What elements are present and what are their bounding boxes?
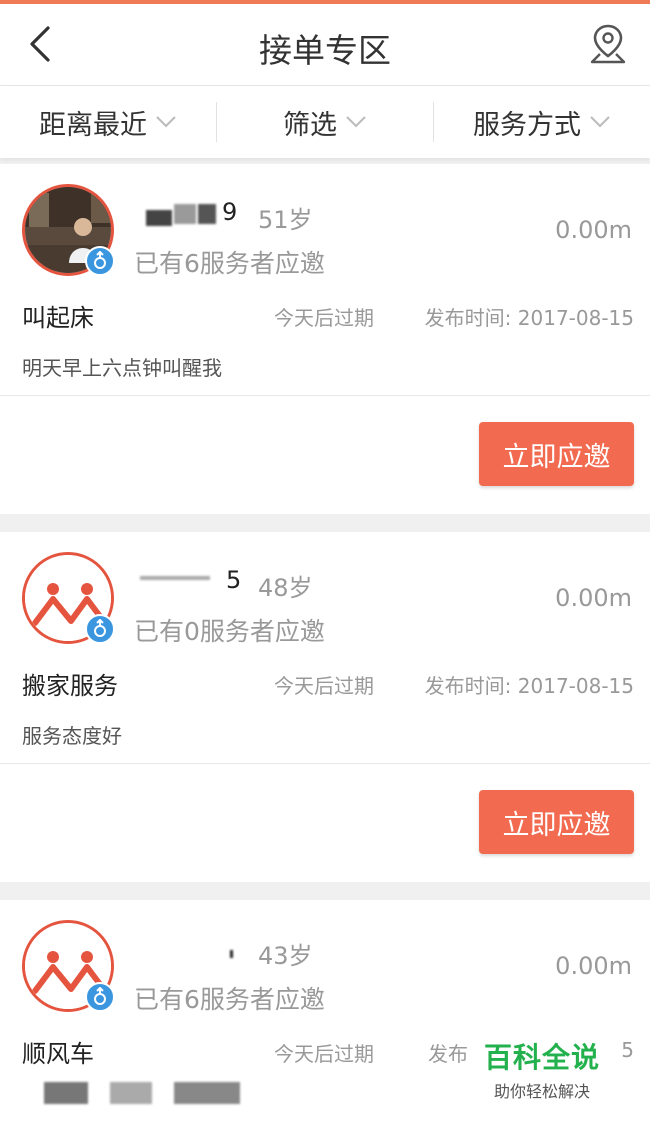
user-age: 48岁 [258, 574, 313, 602]
order-description: 明天早上六点钟叫醒我 [22, 356, 222, 380]
order-description-masked [22, 1080, 252, 1106]
user-age: 51岁 [258, 206, 313, 234]
distance: 0.00m [555, 584, 632, 612]
male-icon [94, 619, 106, 637]
expire-status: 今天后过期 [274, 306, 374, 330]
filter-bar: 距离最近 筛选 服务方式 [0, 86, 650, 158]
male-icon [94, 987, 106, 1005]
invited-count: 已有0服务者应邀 [134, 617, 325, 646]
back-button[interactable] [22, 24, 62, 64]
divider [0, 395, 650, 396]
order-card[interactable]: 9 51岁 已有6服务者应邀 0.00m 叫起床 今天后过期 发布时间: 201… [0, 164, 650, 514]
order-card[interactable]: 5 48岁 已有0服务者应邀 0.00m 搬家服务 今天后过期 发布时间: 20… [0, 532, 650, 882]
invited-count: 已有6服务者应邀 [134, 249, 325, 278]
service-name: 叫起床 [22, 304, 94, 332]
watermark-title: 百科全说 [483, 1041, 600, 1074]
invited-count: 已有6服务者应邀 [134, 985, 325, 1014]
order-description: 服务态度好 [22, 724, 122, 748]
chevron-down-icon [156, 116, 176, 128]
watermark-logo: 百科全说 助你轻松解决 [472, 1034, 612, 1106]
publish-time: 发布时间: 2017-08-15 [424, 674, 634, 698]
expire-status: 今天后过期 [274, 1042, 374, 1066]
watermark-subtitle: 助你轻松解决 [493, 1082, 590, 1101]
filter-distance[interactable]: 距离最近 [0, 102, 216, 142]
user-name-masked: 5 [134, 566, 244, 596]
divider [0, 763, 650, 764]
filter-screen[interactable]: 筛选 [216, 102, 433, 142]
service-name: 搬家服务 [22, 672, 118, 700]
chevron-left-icon [30, 26, 50, 62]
distance: 0.00m [555, 952, 632, 980]
chevron-down-icon [346, 116, 366, 128]
distance: 0.00m [555, 216, 632, 244]
location-button[interactable] [588, 22, 628, 66]
chevron-down-icon [590, 116, 610, 128]
user-name-masked: 9 [134, 198, 244, 228]
user-name-masked [134, 940, 244, 964]
male-gender-badge [85, 982, 115, 1012]
publish-time-tail: 5 [621, 1038, 634, 1062]
filter-label: 服务方式 [473, 109, 581, 141]
filter-label: 筛选 [283, 109, 337, 141]
user-age: 43岁 [258, 942, 313, 970]
location-pin-icon [590, 24, 626, 64]
name-fragment: 9 [222, 198, 238, 226]
page-title: 接单专区 [259, 31, 391, 70]
app-header: 接单专区 [0, 4, 650, 86]
accept-invite-button[interactable]: 立即应邀 [479, 422, 634, 486]
male-gender-badge [85, 614, 115, 644]
publish-time: 发布 [428, 1042, 468, 1066]
filter-service-mode[interactable]: 服务方式 [433, 102, 650, 142]
name-fragment: 5 [226, 566, 242, 594]
publish-time: 发布时间: 2017-08-15 [424, 306, 634, 330]
filter-label: 距离最近 [39, 109, 147, 141]
male-icon [94, 251, 106, 269]
expire-status: 今天后过期 [274, 674, 374, 698]
male-gender-badge [85, 246, 115, 276]
accept-invite-button[interactable]: 立即应邀 [479, 790, 634, 854]
service-name: 顺风车 [22, 1040, 94, 1068]
